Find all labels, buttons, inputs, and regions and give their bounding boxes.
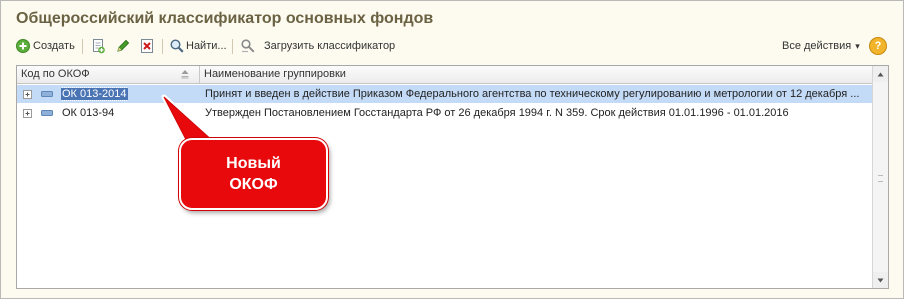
callout-pointer [161,94,217,162]
form-window: Общероссийский классификатор основных фо… [0,0,904,299]
callout-line-2: ОКОФ [229,176,278,193]
callout-line-1: Новый [226,155,281,172]
new-okof-callout: Новый ОКОФ [179,138,328,210]
